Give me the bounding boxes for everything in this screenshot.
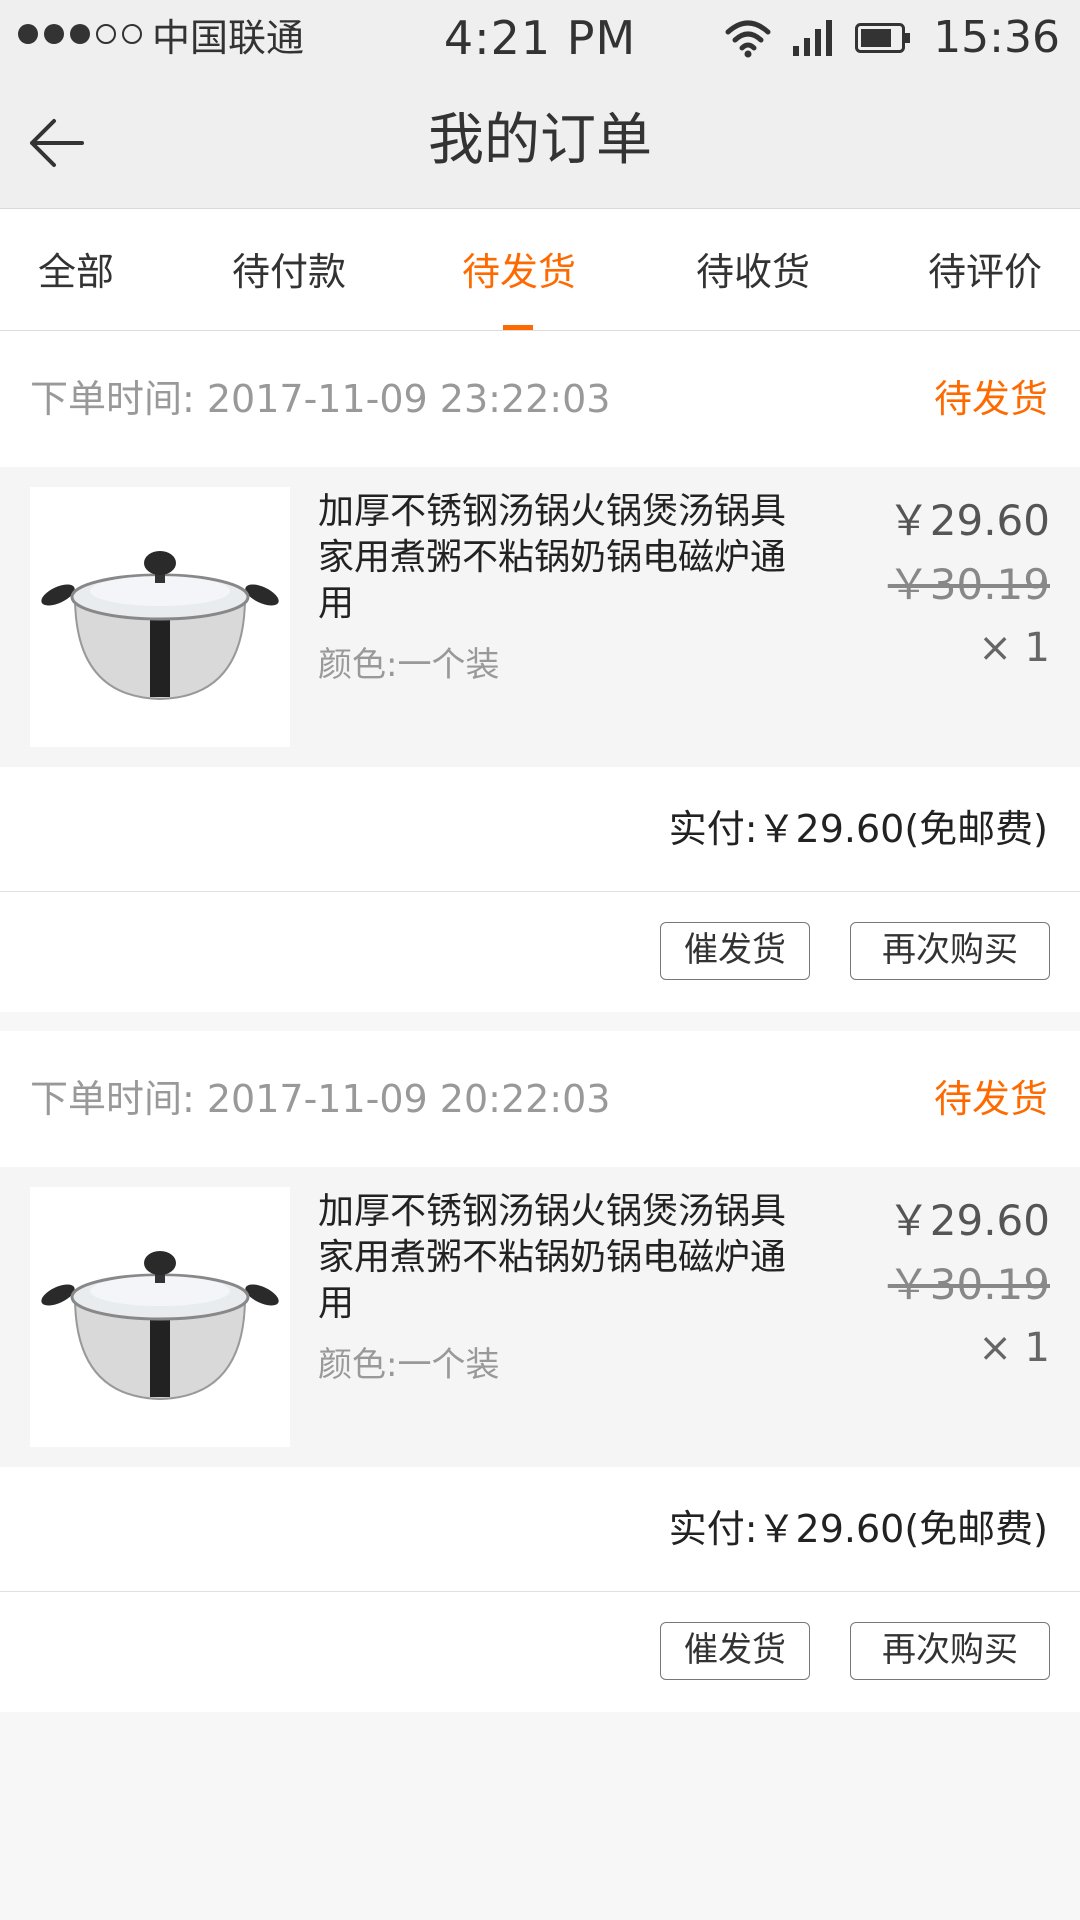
order-header: 下单时间: 2017-11-09 23:22:03 待发货: [0, 331, 1080, 467]
cell-signal-icon: [793, 20, 833, 56]
order-actions: 催发货 再次购买: [0, 892, 1080, 1012]
urge-shipment-button[interactable]: 催发货: [660, 1622, 810, 1680]
product-quantity: × 1: [978, 1325, 1050, 1371]
status-clock: 15:36: [933, 12, 1060, 63]
tab-pending-payment[interactable]: 待付款: [232, 249, 346, 295]
product-original-price: ￥30.19: [887, 1260, 1050, 1309]
battery-icon: [855, 23, 911, 53]
pot-image: [41, 551, 279, 701]
product-price: ￥29.60: [887, 1196, 1050, 1245]
product-spec: 颜色:一个装: [318, 645, 500, 685]
order-card: 下单时间: 2017-11-09 23:22:03 待发货 加厚不锈钢汤锅火锅煲…: [0, 331, 1080, 1012]
product-image[interactable]: [30, 1187, 290, 1447]
paid-summary: 实付:￥29.60(免邮费): [0, 767, 1080, 892]
product-quantity: × 1: [978, 625, 1050, 671]
order-time: 下单时间: 2017-11-09 23:22:03: [30, 377, 611, 421]
tab-pending-review[interactable]: 待评价: [928, 249, 1042, 295]
paid-amount: 实付:￥29.60(免邮费): [668, 1507, 1048, 1551]
product-name[interactable]: 加厚不锈钢汤锅火锅煲汤锅具家用煮粥不粘锅奶锅电磁炉通用: [318, 489, 798, 627]
active-tab-indicator: [503, 325, 533, 330]
wifi-icon: [725, 20, 771, 58]
order-status: 待发货: [933, 377, 1048, 421]
order-header: 下单时间: 2017-11-09 20:22:03 待发货: [0, 1031, 1080, 1167]
order-tabs: 全部 待付款 待发货 待收货 待评价: [0, 209, 1080, 331]
title-bar: 我的订单: [0, 76, 1080, 209]
urge-shipment-button[interactable]: 催发货: [660, 922, 810, 980]
tab-pending-shipment[interactable]: 待发货: [462, 249, 576, 295]
product-spec: 颜色:一个装: [318, 1345, 500, 1385]
pot-image: [41, 1251, 279, 1401]
status-bar: 中国联通 4:21 PM 15:36: [0, 0, 1080, 76]
order-time: 下单时间: 2017-11-09 20:22:03: [30, 1077, 611, 1121]
tab-pending-receipt[interactable]: 待收货: [696, 249, 810, 295]
order-actions: 催发货 再次购买: [0, 1592, 1080, 1712]
order-product[interactable]: 加厚不锈钢汤锅火锅煲汤锅具家用煮粥不粘锅奶锅电磁炉通用 颜色:一个装 ￥29.6…: [0, 467, 1080, 767]
product-name[interactable]: 加厚不锈钢汤锅火锅煲汤锅具家用煮粥不粘锅奶锅电磁炉通用: [318, 1189, 798, 1327]
order-card: 下单时间: 2017-11-09 20:22:03 待发货 加厚不锈钢汤锅火锅煲…: [0, 1031, 1080, 1712]
order-status: 待发货: [933, 1077, 1048, 1121]
paid-amount: 实付:￥29.60(免邮费): [668, 807, 1048, 851]
tab-all[interactable]: 全部: [38, 249, 114, 295]
buy-again-button[interactable]: 再次购买: [850, 922, 1050, 980]
paid-summary: 实付:￥29.60(免邮费): [0, 1467, 1080, 1592]
product-price: ￥29.60: [887, 496, 1050, 545]
page-title: 我的订单: [428, 108, 652, 173]
product-original-price: ￥30.19: [887, 560, 1050, 609]
buy-again-button[interactable]: 再次购买: [850, 1622, 1050, 1680]
order-product[interactable]: 加厚不锈钢汤锅火锅煲汤锅具家用煮粥不粘锅奶锅电磁炉通用 颜色:一个装 ￥29.6…: [0, 1167, 1080, 1467]
product-image[interactable]: [30, 487, 290, 747]
